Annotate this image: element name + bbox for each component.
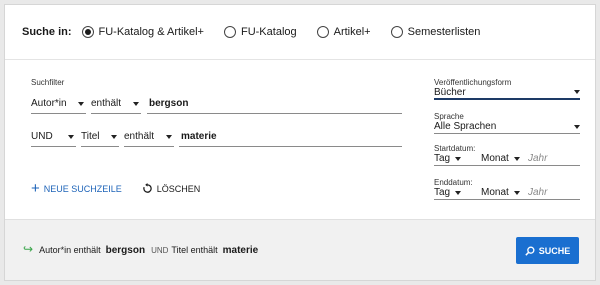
reset-icon xyxy=(143,183,152,193)
end-date-row: Tag Monat Jahr xyxy=(434,186,580,200)
scope-radio-semesterlisten[interactable]: Semesterlisten xyxy=(390,26,481,38)
plus-icon: + xyxy=(31,180,40,197)
start-month-select[interactable]: Monat xyxy=(481,153,528,164)
start-month-value: Monat xyxy=(481,153,509,164)
scope-radio-artikel[interactable]: Artikel+ xyxy=(316,26,371,38)
start-day-value: Tag xyxy=(434,153,451,164)
field-select-value: Titel xyxy=(81,131,100,142)
operator-select-row1[interactable]: enthält xyxy=(91,94,141,114)
scope-option-label: Artikel+ xyxy=(333,26,371,38)
radio-unselected-icon xyxy=(390,26,403,38)
operator-select-row2[interactable]: enthält xyxy=(124,127,174,147)
query-input-row1[interactable]: bergson xyxy=(147,94,402,114)
bool-select-value: UND xyxy=(31,131,53,142)
bool-select-row2[interactable]: UND xyxy=(31,127,76,147)
chevron-down-icon xyxy=(513,156,520,161)
search-icon xyxy=(525,246,535,256)
search-footer: ↪ Autor*in enthält bergson UND Titel ent… xyxy=(5,219,595,280)
scope-radio-fu-katalog-artikel[interactable]: FU-Katalog & Artikel+ xyxy=(81,26,204,38)
chevron-down-icon xyxy=(455,156,462,161)
chevron-down-icon xyxy=(68,134,74,139)
radio-unselected-icon xyxy=(316,26,329,38)
scope-option-label: FU-Katalog & Artikel+ xyxy=(98,26,204,38)
add-search-row-label: NEUE SUCHZEILE xyxy=(43,183,122,194)
language-select[interactable]: Alle Sprachen xyxy=(434,120,580,134)
scope-label: Suche in: xyxy=(22,26,72,38)
summary-part1-value: bergson xyxy=(105,245,146,256)
reset-button[interactable]: LÖSCHEN xyxy=(142,183,201,194)
end-day-select[interactable]: Tag xyxy=(434,187,481,198)
add-search-row-button[interactable]: + NEUE SUCHZEILE xyxy=(31,181,122,196)
query-input-row2[interactable]: materie xyxy=(179,127,402,147)
search-scope-row: Suche in: FU-Katalog & Artikel+ FU-Katal… xyxy=(5,5,595,60)
end-month-select[interactable]: Monat xyxy=(481,187,528,198)
field-select-value: Autor*in xyxy=(31,98,67,109)
chevron-down-icon xyxy=(78,101,84,106)
end-year-input[interactable]: Jahr xyxy=(528,187,547,198)
chevron-down-icon xyxy=(133,101,139,106)
publication-value: Bücher xyxy=(434,86,466,98)
start-day-select[interactable]: Tag xyxy=(434,153,481,164)
query-summary: ↪ Autor*in enthält bergson UND Titel ent… xyxy=(23,242,264,256)
language-value: Alle Sprachen xyxy=(434,121,497,132)
end-day-value: Tag xyxy=(434,187,451,198)
summary-bool: UND xyxy=(151,246,169,255)
reset-label: LÖSCHEN xyxy=(156,183,201,194)
filter-title: Suchfilter xyxy=(31,78,65,87)
chevron-down-icon xyxy=(574,124,580,129)
operator-select-value: enthält xyxy=(124,131,155,142)
form-actions: + NEUE SUCHZEILE LÖSCHEN xyxy=(31,181,220,196)
summary-part1-field: Autor*in enthält xyxy=(39,245,101,255)
chevron-down-icon xyxy=(574,90,580,94)
scope-radio-fu-katalog[interactable]: FU-Katalog xyxy=(223,26,297,38)
scope-option-label: Semesterlisten xyxy=(407,26,481,38)
search-panel: Suche in: FU-Katalog & Artikel+ FU-Katal… xyxy=(4,4,596,281)
publication-select[interactable]: Bücher xyxy=(434,86,580,100)
scope-option-label: FU-Katalog xyxy=(240,26,297,38)
arrow-right-icon: ↪ xyxy=(23,242,34,256)
start-year-input[interactable]: Jahr xyxy=(528,153,547,164)
search-form: Suchfilter Autor*in enthält bergson UND … xyxy=(5,61,595,219)
summary-part2-field: Titel enthält xyxy=(171,245,218,255)
search-button[interactable]: SUCHE xyxy=(516,237,579,264)
chevron-down-icon xyxy=(513,190,520,195)
start-date-row: Tag Monat Jahr xyxy=(434,152,580,166)
chevron-down-icon xyxy=(455,190,462,195)
chevron-down-icon xyxy=(166,134,172,139)
end-month-value: Monat xyxy=(481,187,509,198)
field-select-row2[interactable]: Titel xyxy=(81,127,119,147)
operator-select-value: enthält xyxy=(91,98,122,109)
chevron-down-icon xyxy=(111,134,117,139)
field-select-row1[interactable]: Autor*in xyxy=(31,94,86,114)
radio-unselected-icon xyxy=(223,26,236,38)
summary-part2-value: materie xyxy=(222,245,259,256)
search-button-label: SUCHE xyxy=(538,245,571,256)
radio-selected-icon xyxy=(81,26,94,38)
